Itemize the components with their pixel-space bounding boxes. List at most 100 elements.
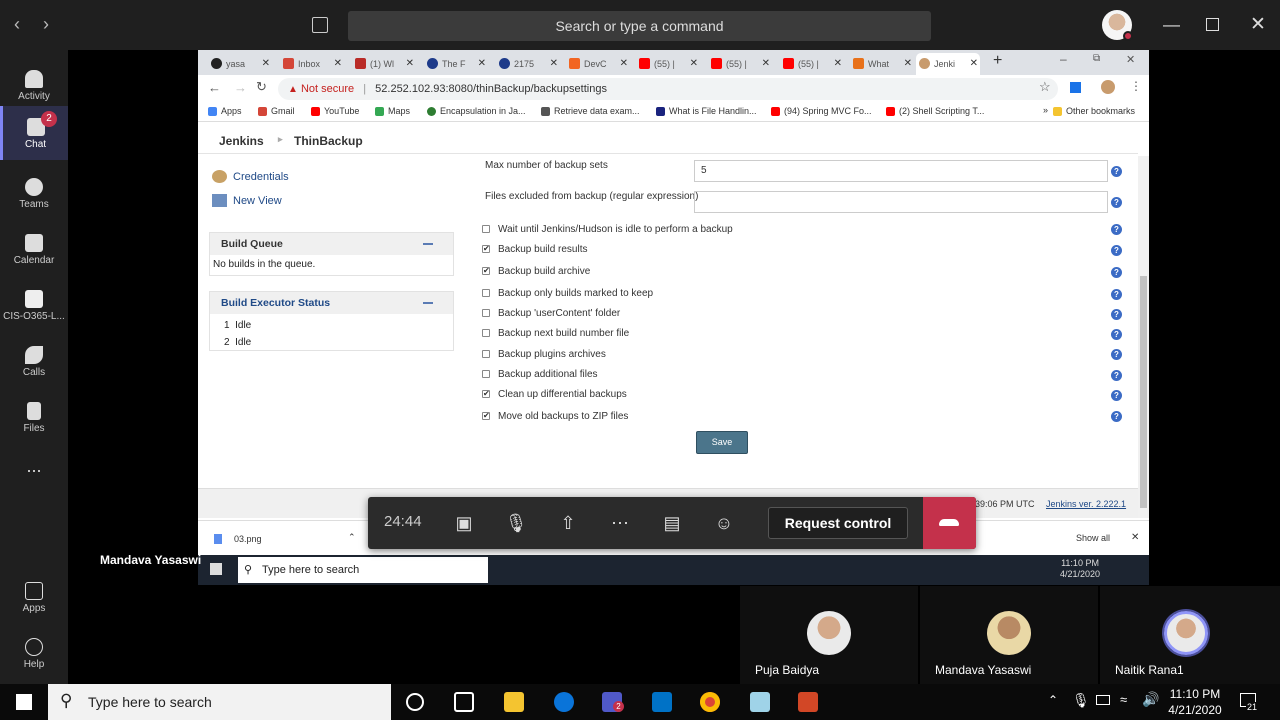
back-icon[interactable]: ← bbox=[208, 80, 221, 95]
bookmark-maps[interactable]: Maps bbox=[375, 106, 410, 116]
outlook-icon[interactable] bbox=[652, 692, 672, 712]
checkbox[interactable]: ✔ bbox=[482, 412, 490, 420]
credentials-link[interactable]: Credentials bbox=[212, 170, 289, 183]
close-icon[interactable]: ✕ bbox=[762, 53, 770, 75]
volume-icon[interactable]: 🔊 bbox=[1142, 691, 1159, 708]
close-icon[interactable]: ✕ bbox=[262, 53, 270, 75]
breadcrumb-jenkins[interactable]: Jenkins bbox=[219, 134, 264, 148]
browser-tab[interactable]: The F ✕ bbox=[424, 53, 488, 75]
bookmark-item[interactable]: Encapsulation in Ja... bbox=[427, 106, 526, 116]
close-icon[interactable]: ✕ bbox=[834, 53, 842, 75]
checkbox[interactable] bbox=[482, 350, 490, 358]
sidebar-item-calendar[interactable]: Calendar bbox=[0, 226, 68, 274]
bookmark-item[interactable]: (2) Shell Scripting T... bbox=[886, 106, 984, 116]
sidebar-item-files[interactable]: Files bbox=[0, 394, 68, 442]
windows-start-icon[interactable] bbox=[210, 563, 222, 575]
sidebar-item-calls[interactable]: Calls bbox=[0, 338, 68, 386]
participants-icon[interactable]: ☺ bbox=[712, 511, 736, 535]
participant-tile-speaking[interactable]: Naitik Rana1 bbox=[1100, 586, 1280, 684]
help-icon[interactable]: ? bbox=[1111, 267, 1122, 278]
edge-icon[interactable] bbox=[554, 692, 574, 712]
camera-off-icon[interactable]: ▣ bbox=[452, 511, 476, 535]
save-button[interactable]: Save bbox=[696, 431, 748, 454]
close-icon[interactable]: ✕ bbox=[550, 53, 558, 75]
bookmark-apps[interactable]: Apps bbox=[208, 106, 242, 116]
max-sets-input[interactable]: 5 bbox=[694, 160, 1108, 182]
help-icon[interactable]: ? bbox=[1111, 197, 1122, 208]
microphone-icon[interactable]: 🎙 bbox=[504, 511, 528, 535]
browser-tab[interactable]: What ✕ bbox=[850, 53, 914, 75]
help-icon[interactable]: ? bbox=[1111, 245, 1122, 256]
battery-icon[interactable] bbox=[1096, 695, 1110, 705]
compose-icon[interactable] bbox=[312, 17, 328, 33]
back-icon[interactable]: ‹ bbox=[14, 14, 20, 35]
chat-icon[interactable]: ▤ bbox=[660, 511, 684, 535]
minimize-icon[interactable]: – bbox=[1060, 52, 1067, 66]
help-icon[interactable]: ? bbox=[1111, 166, 1122, 177]
maximize-icon[interactable] bbox=[1206, 18, 1219, 31]
clock[interactable]: 11:10 PM 4/21/2020 bbox=[1160, 686, 1230, 718]
download-filename[interactable]: 03.png bbox=[234, 534, 262, 544]
close-icon[interactable]: ✕ bbox=[620, 53, 628, 75]
windows-start-icon[interactable] bbox=[16, 694, 32, 710]
minimize-icon[interactable] bbox=[423, 243, 433, 245]
checkbox[interactable] bbox=[482, 289, 490, 297]
excluded-files-input[interactable] bbox=[694, 191, 1108, 213]
browser-tab[interactable]: (55) | ✕ bbox=[708, 53, 772, 75]
more-apps-button[interactable]: ... bbox=[0, 456, 68, 480]
browser-tab-active[interactable]: Jenki ✕ bbox=[916, 53, 980, 75]
forward-icon[interactable]: › bbox=[43, 14, 49, 35]
help-icon[interactable]: ? bbox=[1111, 289, 1122, 300]
checkbox[interactable] bbox=[482, 329, 490, 337]
browser-tab[interactable]: yasa ✕ bbox=[208, 53, 272, 75]
bookmarks-overflow-icon[interactable]: » bbox=[1030, 105, 1048, 115]
extension-icon[interactable] bbox=[1070, 82, 1081, 93]
share-screen-icon[interactable]: ⇧ bbox=[556, 511, 580, 535]
teams-icon[interactable]: 2 bbox=[602, 692, 624, 712]
sidebar-item-help[interactable]: Help bbox=[0, 632, 68, 680]
new-tab-icon[interactable]: + bbox=[993, 52, 1002, 70]
teams-search-input[interactable]: Search or type a command bbox=[348, 11, 931, 41]
restore-icon[interactable]: ⧉ bbox=[1093, 53, 1100, 64]
file-explorer-icon[interactable] bbox=[504, 692, 524, 712]
sidebar-item-apps[interactable]: Apps bbox=[0, 576, 68, 624]
checkbox[interactable]: ✔ bbox=[482, 267, 490, 275]
scrollbar-thumb[interactable] bbox=[1140, 276, 1147, 508]
powerpoint-icon[interactable] bbox=[798, 692, 818, 712]
participant-tile[interactable]: Puja Baidya bbox=[740, 586, 918, 684]
browser-tab[interactable]: DevC ✕ bbox=[566, 53, 630, 75]
checkbox[interactable] bbox=[482, 370, 490, 378]
close-icon[interactable]: ✕ bbox=[334, 53, 342, 75]
star-icon[interactable]: ☆ bbox=[1039, 79, 1051, 95]
close-icon[interactable]: ✕ bbox=[1126, 53, 1135, 66]
microphone-icon[interactable]: 🎙 bbox=[1072, 692, 1090, 709]
wifi-icon[interactable]: ≈ bbox=[1120, 692, 1127, 707]
checkbox[interactable] bbox=[482, 225, 490, 233]
other-bookmarks[interactable]: Other bookmarks bbox=[1053, 106, 1135, 116]
help-icon[interactable]: ? bbox=[1111, 411, 1122, 422]
close-icon[interactable]: ✕ bbox=[478, 53, 486, 75]
bookmark-gmail[interactable]: Gmail bbox=[258, 106, 295, 116]
bookmark-item[interactable]: Retrieve data exam... bbox=[541, 106, 640, 116]
close-icon[interactable]: ✕ bbox=[970, 53, 978, 75]
close-icon[interactable]: ✕ bbox=[1250, 13, 1266, 36]
new-view-link[interactable]: New View bbox=[212, 194, 282, 207]
checkbox[interactable] bbox=[482, 309, 490, 317]
help-icon[interactable]: ? bbox=[1111, 349, 1122, 360]
minimize-icon[interactable]: — bbox=[1163, 15, 1180, 35]
close-icon[interactable]: ✕ bbox=[690, 53, 698, 75]
bookmark-youtube[interactable]: YouTube bbox=[311, 106, 359, 116]
menu-icon[interactable]: ⋮ bbox=[1130, 79, 1142, 93]
address-bar[interactable]: ▲ Not secure | 52.252.102.93:8080/thinBa… bbox=[278, 78, 1058, 100]
sidebar-item-app[interactable]: CIS-O365-L... bbox=[0, 282, 68, 330]
browser-tab[interactable]: (55) | ✕ bbox=[780, 53, 844, 75]
cortana-icon[interactable] bbox=[406, 693, 424, 711]
close-icon[interactable]: ✕ bbox=[904, 53, 912, 75]
taskbar-search[interactable]: Type here to search bbox=[238, 557, 488, 583]
sidebar-item-chat[interactable]: Chat 2 bbox=[0, 106, 68, 160]
close-icon[interactable]: ✕ bbox=[406, 53, 414, 75]
chevron-up-icon[interactable]: ⌃ bbox=[348, 532, 356, 543]
help-icon[interactable]: ? bbox=[1111, 329, 1122, 340]
notepad-icon[interactable] bbox=[750, 692, 770, 712]
help-icon[interactable]: ? bbox=[1111, 224, 1122, 235]
